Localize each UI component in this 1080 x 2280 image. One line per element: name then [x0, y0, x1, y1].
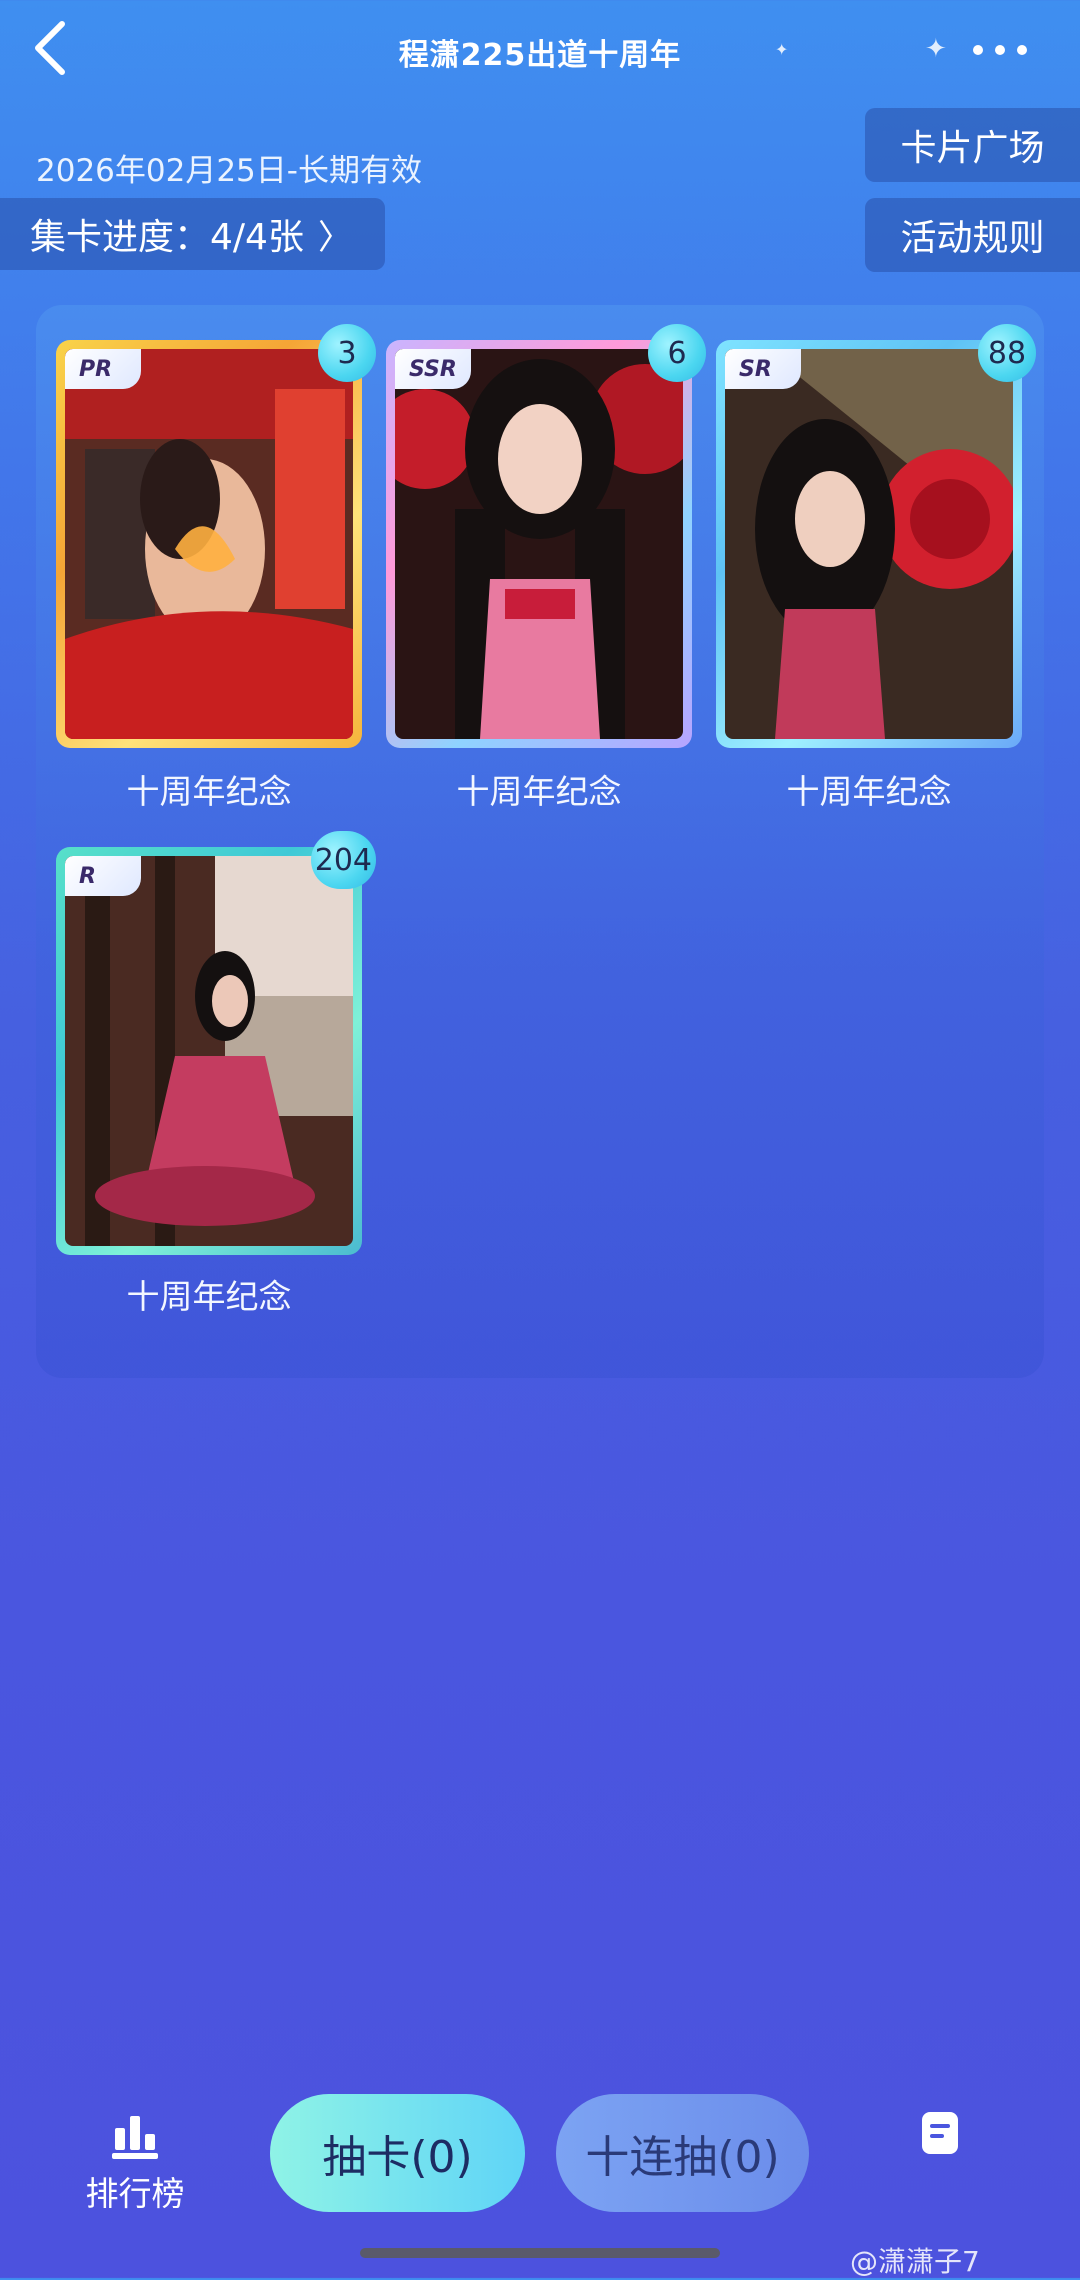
leaderboard-button[interactable]: 排行榜	[70, 2110, 200, 2220]
validity-period: 2026年02月25日-长期有效	[36, 153, 422, 189]
card-image: SSR	[395, 349, 683, 739]
leaderboard-label: 排行榜	[85, 2174, 185, 2213]
card-label: 十周年纪念	[456, 772, 622, 811]
card-square-button[interactable]: 卡片广场	[865, 108, 1080, 182]
card-label: 十周年纪念	[126, 1277, 292, 1316]
rarity-badge: SSR	[395, 349, 471, 389]
card-image: SR	[725, 349, 1013, 739]
bar-chart-icon	[70, 2110, 200, 2150]
card-count-badge: 3	[318, 324, 376, 382]
collection-progress-button[interactable]: 集卡进度：4/4张 〉	[0, 198, 385, 270]
draw-card-button[interactable]: 抽卡(0)	[270, 2094, 525, 2212]
watermark: @潇潇子7	[850, 2245, 980, 2278]
more-button[interactable]	[960, 30, 1040, 70]
dot	[995, 45, 1005, 55]
ten-draw-button[interactable]: 十连抽(0)	[556, 2094, 809, 2212]
progress-label: 集卡进度：4/4张	[30, 217, 304, 258]
card-pr[interactable]: PR 3	[56, 324, 376, 748]
card-collection-panel: PR 3 十周年纪念 SSR 6 十周年纪念 SR 88 十周年纪念 R 204…	[36, 305, 1044, 1378]
sparkle-icon: ✦	[775, 40, 789, 59]
dot	[973, 45, 983, 55]
document-button[interactable]	[920, 2110, 972, 2158]
card-count-badge: 88	[978, 324, 1036, 382]
document-icon	[922, 2112, 958, 2154]
page-title: 程潇225出道十周年	[398, 38, 682, 73]
card-ssr[interactable]: SSR 6	[386, 324, 706, 748]
card-r[interactable]: R 204	[56, 831, 376, 1255]
rarity-badge: SR	[725, 349, 801, 389]
sparkle-icon: ✦	[925, 34, 947, 64]
card-label: 十周年纪念	[126, 772, 292, 811]
chevron-right-icon: 〉	[317, 217, 352, 258]
rarity-badge: R	[65, 856, 141, 896]
bar-chart-base	[112, 2153, 158, 2159]
card-count-badge: 204	[310, 831, 376, 889]
rarity-badge: PR	[65, 349, 141, 389]
card-image: PR	[65, 349, 353, 739]
card-label: 十周年纪念	[786, 772, 952, 811]
card-sr[interactable]: SR 88	[716, 324, 1036, 748]
home-indicator	[360, 2248, 720, 2258]
activity-rules-button[interactable]: 活动规则	[865, 198, 1080, 272]
dot	[1017, 45, 1027, 55]
card-image: R	[65, 856, 353, 1246]
card-count-badge: 6	[648, 324, 706, 382]
